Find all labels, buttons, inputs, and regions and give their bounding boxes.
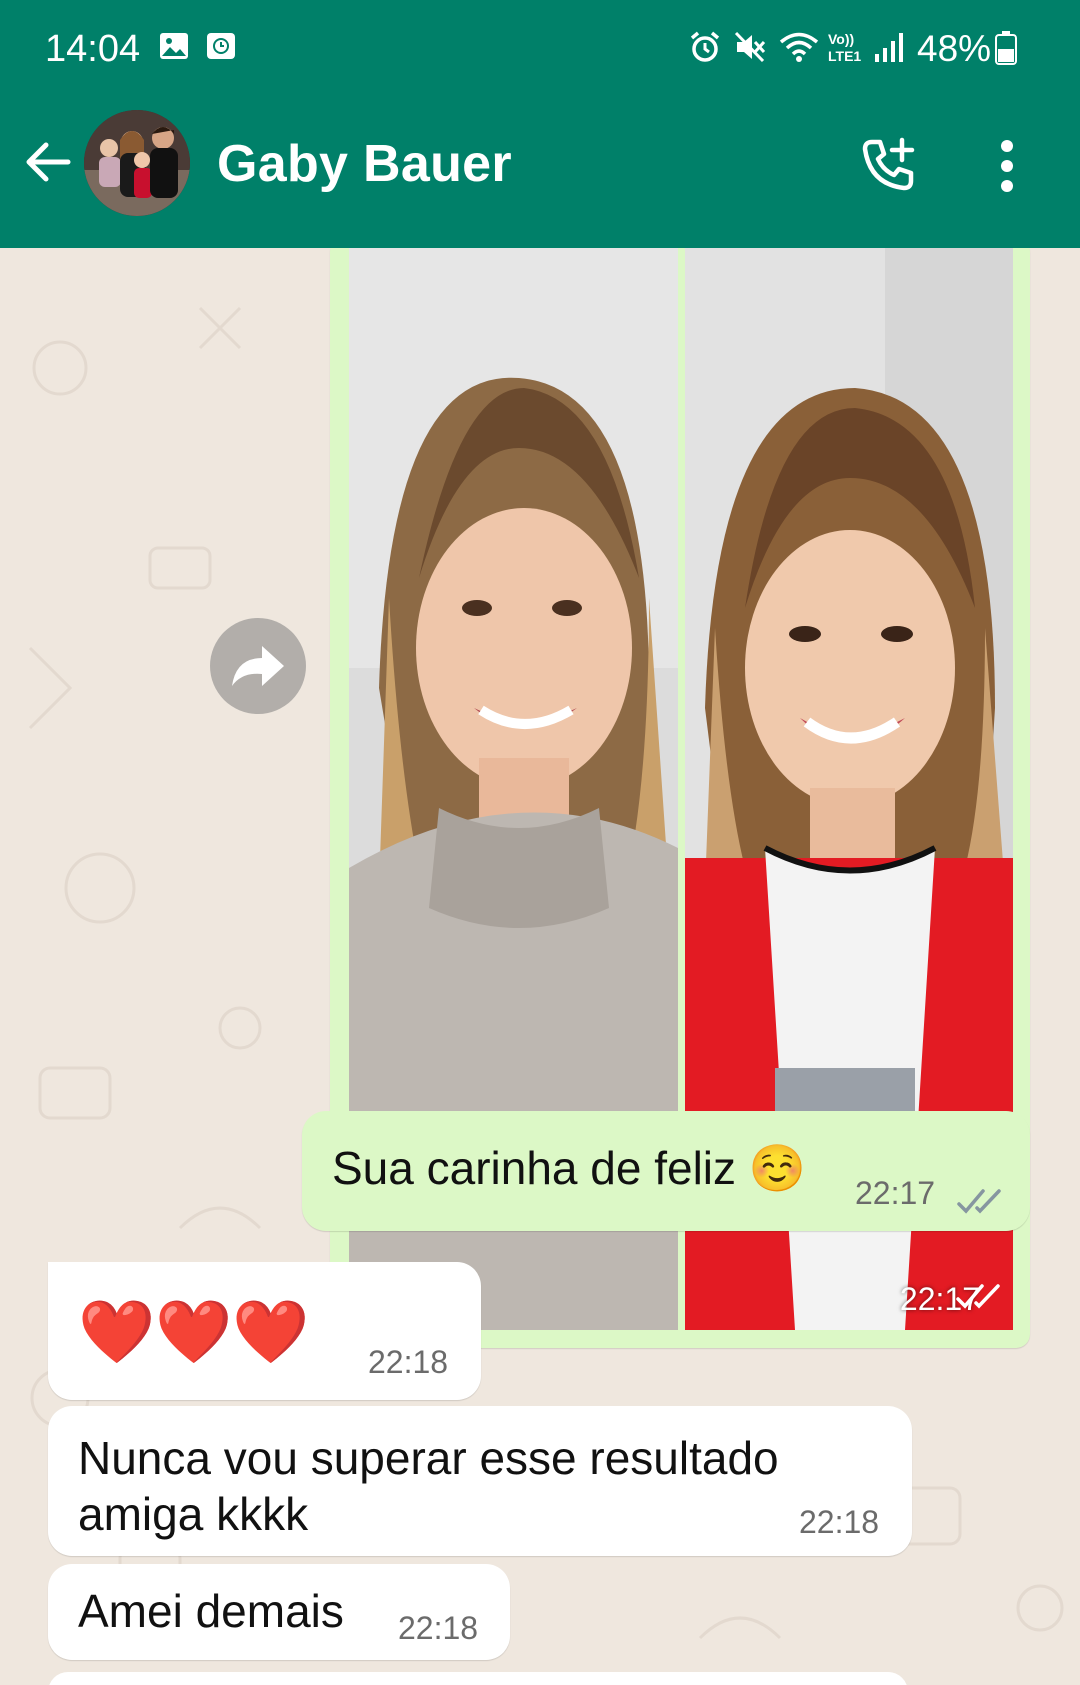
chat-area[interactable]: 22:17 Sua carinha de feliz ☺️ 22:17 ❤️❤️… (0, 248, 1080, 1685)
status-bar: 14:04 Vo)) LTE1 48% (0, 0, 1080, 100)
wifi-icon (778, 30, 820, 69)
incoming-message-bubble[interactable]: Amei demais 22:18 (48, 1564, 510, 1660)
add-call-icon[interactable] (858, 136, 918, 201)
message-text: Amei demais (78, 1585, 344, 1637)
mute-icon (733, 30, 767, 69)
message-text: Sua carinha de feliz ☺️ (332, 1142, 807, 1194)
incoming-message-bubble[interactable]: ❤️❤️❤️ 22:18 (48, 1262, 481, 1400)
svg-text:Vo)): Vo)) (828, 31, 854, 47)
battery-icon (994, 30, 1018, 71)
volte-icon: Vo)) LTE1 (826, 30, 868, 69)
read-ticks-icon (956, 1283, 1002, 1316)
read-ticks-icon (957, 1175, 1003, 1229)
outgoing-message-bubble[interactable]: Sua carinha de feliz ☺️ 22:17 (302, 1111, 1030, 1231)
message-time: 22:18 (398, 1610, 479, 1646)
more-vertical-icon[interactable] (997, 138, 1017, 199)
svg-text:LTE1: LTE1 (828, 48, 861, 64)
chat-header: Gaby Bauer (0, 100, 1080, 248)
contact-avatar[interactable] (84, 110, 190, 216)
forward-button[interactable] (210, 618, 306, 714)
forward-icon (232, 646, 284, 686)
message-time: 22:18 (368, 1344, 449, 1380)
gallery-icon (158, 30, 190, 67)
message-text: Nunca vou superar esse resultado amiga k… (78, 1432, 779, 1540)
back-arrow-icon[interactable] (22, 136, 74, 193)
contact-name[interactable]: Gaby Bauer (217, 134, 512, 194)
message-time: 22:17 (855, 1175, 936, 1211)
incoming-message-bubble[interactable] (48, 1672, 908, 1685)
signal-icon (874, 30, 906, 69)
battery-percent: 48% (917, 28, 992, 69)
alarm-icon (688, 30, 722, 69)
screen-recorder-icon (205, 30, 237, 67)
status-time: 14:04 (45, 28, 141, 70)
message-time: 22:18 (799, 1504, 880, 1540)
incoming-message-bubble[interactable]: Nunca vou superar esse resultado amiga k… (48, 1406, 912, 1556)
message-text: ❤️❤️❤️ (78, 1298, 310, 1367)
